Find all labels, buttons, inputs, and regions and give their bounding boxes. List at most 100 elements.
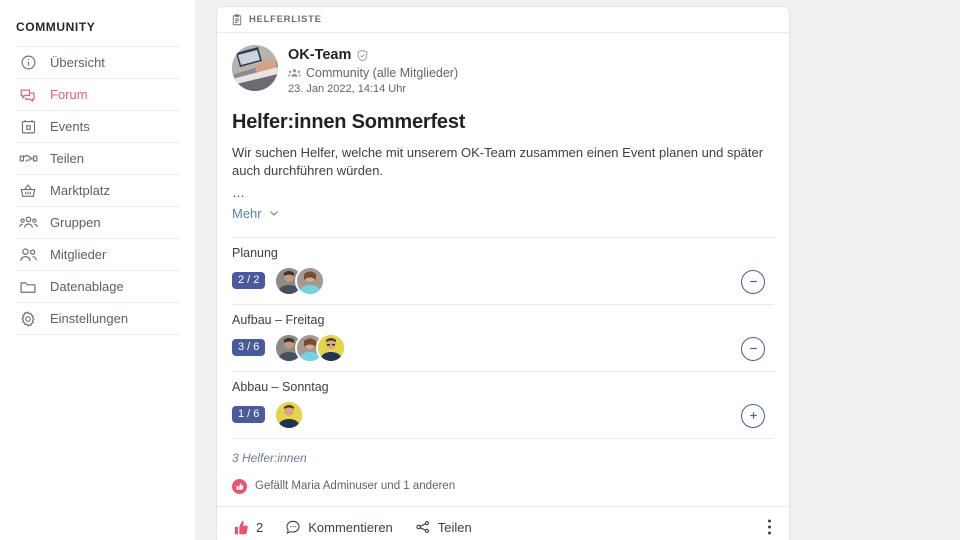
show-more-button[interactable]: Mehr — [232, 206, 280, 221]
shield-check-icon — [356, 49, 369, 62]
status-badge: 1 / 6 — [232, 406, 266, 424]
helper-task-label: Planung — [232, 245, 278, 260]
basket-icon — [18, 181, 38, 201]
post-card: HELFERLISTE OK-Team Community (alle Mitg… — [216, 6, 790, 540]
minus-circle-icon — [749, 348, 757, 350]
minus-circle-icon — [749, 281, 757, 283]
add-helper-button[interactable] — [741, 403, 765, 428]
sidebar-item-label: Events — [50, 119, 90, 134]
clipboard-list-icon — [232, 13, 242, 25]
thumb-up-filled-icon — [232, 478, 247, 494]
helper-task-list: Planung 2 / 2 Aufbau – Freitag 3 / 6 Abb… — [232, 236, 774, 438]
helper-task-info: Planung 2 / 2 — [232, 245, 326, 296]
post-truncation: … — [232, 184, 245, 200]
post-date: 23. Jan 2022, 14:14 Uhr — [288, 83, 407, 95]
helper-task-label: Aufbau – Freitag — [232, 312, 325, 327]
sidebar: COMMUNITY Übersicht Forum Events Teilen … — [0, 0, 195, 540]
sidebar-item-label: Datenablage — [50, 279, 124, 294]
calendar-icon — [18, 117, 38, 137]
helper-task-meta: 3 / 6 — [232, 332, 347, 363]
sidebar-nav: Übersicht Forum Events Teilen Marktplatz… — [16, 46, 179, 335]
sidebar-item-label: Forum — [50, 87, 88, 102]
comment-icon — [286, 521, 300, 535]
helper-avatar-stack — [274, 399, 305, 430]
sidebar-item-label: Mitglieder — [50, 247, 107, 262]
card-type-label: HELFERLISTE — [249, 14, 322, 25]
helper-avatar-stack — [274, 265, 326, 296]
kebab-dot — [768, 525, 771, 529]
sidebar-item-label: Übersicht — [50, 55, 105, 70]
status-badge: 2 / 2 — [232, 272, 266, 290]
audience-label: Community (alle Mitglieder) — [306, 66, 459, 80]
group-icon — [18, 213, 38, 233]
plus-circle-icon — [749, 412, 757, 420]
group-icon — [288, 68, 301, 77]
avatar[interactable] — [295, 265, 326, 296]
helper-task-row: Planung 2 / 2 — [232, 236, 774, 304]
sidebar-item-marktplatz[interactable]: Marktplatz — [16, 175, 179, 207]
sidebar-item-forum[interactable]: Forum — [16, 79, 179, 111]
sidebar-item-events[interactable]: Events — [16, 111, 179, 143]
folder-icon — [18, 277, 38, 297]
gear-icon — [18, 309, 38, 329]
post-meta: OK-Team Community (alle Mitglieder) 23. … — [288, 45, 458, 95]
helper-task-row: Abbau – Sonntag 1 / 6 — [232, 370, 774, 438]
sidebar-item-datenablage[interactable]: Datenablage — [16, 271, 179, 303]
helper-task-label: Abbau – Sonntag — [232, 379, 329, 394]
chat-bubbles-icon — [18, 85, 38, 105]
like-count: 2 — [256, 519, 264, 535]
post-text: Wir suchen Helfer, welche mit unserem OK… — [232, 145, 764, 179]
avatar[interactable] — [232, 45, 278, 91]
sidebar-item-mitglieder[interactable]: Mitglieder — [16, 239, 179, 271]
main-content: HELFERLISTE OK-Team Community (alle Mitg… — [195, 0, 960, 540]
sidebar-item-uebersicht[interactable]: Übersicht — [16, 47, 179, 79]
like-button[interactable]: 2 — [232, 519, 263, 536]
helper-avatar-stack — [274, 332, 347, 363]
app-root: COMMUNITY Übersicht Forum Events Teilen … — [0, 0, 960, 540]
helper-task-row: Aufbau – Freitag 3 / 6 — [232, 303, 774, 371]
helper-task-info: Aufbau – Freitag 3 / 6 — [232, 312, 347, 363]
author-row: OK-Team — [288, 47, 458, 63]
avatar-image — [232, 45, 278, 91]
sidebar-item-label: Einstellungen — [50, 311, 129, 326]
helpers-total-label: 3 Helfer:innen — [232, 437, 774, 465]
remove-helper-button[interactable] — [741, 336, 765, 361]
handshake-icon — [18, 149, 38, 169]
card-type-tag: HELFERLISTE — [217, 7, 789, 33]
author-name[interactable]: OK-Team — [288, 47, 351, 63]
chevron-down-icon — [269, 211, 278, 217]
sidebar-item-label: Gruppen — [50, 215, 101, 230]
likes-summary[interactable]: Gefällt Maria Adminuser und 1 anderen — [232, 465, 774, 506]
show-more-label: Mehr — [232, 205, 262, 221]
comment-label: Kommentieren — [308, 519, 393, 535]
sidebar-item-teilen[interactable]: Teilen — [16, 143, 179, 175]
likes-text: Gefällt Maria Adminuser und 1 anderen — [255, 480, 456, 493]
avatar[interactable] — [274, 399, 305, 430]
share-button[interactable]: Teilen — [415, 519, 472, 535]
sidebar-item-gruppen[interactable]: Gruppen — [16, 207, 179, 239]
sidebar-title: COMMUNITY — [16, 20, 96, 34]
thumb-up-icon — [234, 520, 248, 535]
remove-helper-button[interactable] — [741, 269, 765, 294]
status-badge: 3 / 6 — [232, 339, 266, 357]
audience-row: Community (alle Mitglieder) — [288, 66, 458, 80]
card-body: OK-Team Community (alle Mitglieder) 23. … — [217, 33, 789, 540]
kebab-menu-icon[interactable] — [768, 519, 771, 535]
sidebar-item-label: Marktplatz — [50, 183, 110, 198]
sidebar-item-label: Teilen — [50, 151, 84, 166]
helper-task-meta: 2 / 2 — [232, 265, 326, 296]
kebab-dot — [768, 531, 771, 535]
share-label: Teilen — [437, 519, 472, 535]
share-nodes-icon — [416, 521, 429, 534]
avatar[interactable] — [316, 332, 347, 363]
sidebar-item-einstellungen[interactable]: Einstellungen — [16, 303, 179, 335]
helper-task-info: Abbau – Sonntag 1 / 6 — [232, 380, 329, 430]
comment-button[interactable]: Kommentieren — [285, 519, 393, 535]
kebab-dot — [768, 519, 771, 523]
members-icon — [20, 247, 37, 261]
post-action-bar: 2 Kommentieren Teilen — [217, 505, 789, 540]
info-circle-icon — [18, 53, 38, 73]
post-header: OK-Team Community (alle Mitglieder) 23. … — [232, 45, 774, 95]
page-title: Helfer:innen Sommerfest — [232, 111, 466, 133]
helper-task-meta: 1 / 6 — [232, 399, 329, 430]
